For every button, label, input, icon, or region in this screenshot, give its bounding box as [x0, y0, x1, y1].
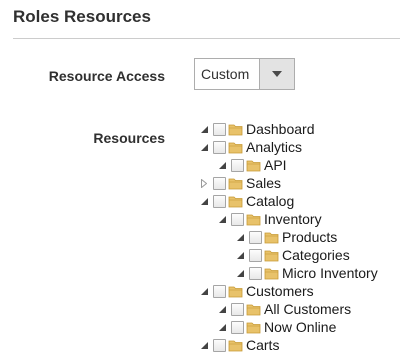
folder-icon — [264, 232, 279, 243]
tree-node-categories: Categories — [233, 246, 350, 264]
folder-icon — [228, 124, 243, 135]
folder-icon — [228, 286, 243, 297]
tree-node-all-customers: All Customers — [215, 300, 351, 318]
expanded-arrow-icon[interactable] — [197, 336, 211, 354]
checkbox[interactable] — [231, 212, 244, 226]
tree-label[interactable]: Inventory — [264, 210, 322, 228]
tree-node-products: Products — [233, 228, 337, 246]
collapsed-arrow-icon[interactable] — [197, 174, 211, 192]
tree-label[interactable]: Dashboard — [246, 120, 315, 138]
folder-icon — [246, 304, 261, 315]
folder-icon — [264, 250, 279, 261]
tree-label[interactable]: Micro Inventory — [282, 264, 378, 282]
tree-label[interactable]: Customers — [246, 282, 314, 300]
tree-label[interactable]: Analytics — [246, 138, 302, 156]
expanded-arrow-icon[interactable] — [233, 246, 247, 264]
checkbox[interactable] — [231, 320, 244, 334]
title-divider — [13, 38, 400, 39]
folder-icon — [228, 178, 243, 189]
tree-label[interactable]: Now Online — [264, 318, 336, 336]
dropdown-button[interactable] — [259, 59, 294, 89]
tree-node-api: API — [215, 156, 287, 174]
expanded-arrow-icon[interactable] — [197, 282, 211, 300]
checkbox[interactable] — [213, 284, 226, 298]
tree-node-carts: Carts — [197, 336, 279, 354]
tree-node-sales: Sales — [197, 174, 281, 192]
expanded-arrow-icon[interactable] — [197, 120, 211, 138]
expanded-arrow-icon[interactable] — [215, 210, 229, 228]
caret-down-icon — [272, 71, 282, 77]
resources-label: Resources — [93, 130, 165, 146]
expanded-arrow-icon[interactable] — [233, 228, 247, 246]
checkbox[interactable] — [249, 266, 262, 280]
tree-node-catalog: Catalog — [197, 192, 294, 210]
folder-icon — [228, 196, 243, 207]
tree-node-micro-inventory: Micro Inventory — [233, 264, 378, 282]
tree-label[interactable]: Carts — [246, 336, 279, 354]
expanded-arrow-icon[interactable] — [215, 300, 229, 318]
checkbox[interactable] — [231, 302, 244, 316]
checkbox[interactable] — [231, 158, 244, 172]
tree-node-now-online: Now Online — [215, 318, 336, 336]
tree-node-customers: Customers — [197, 282, 314, 300]
checkbox[interactable] — [249, 230, 262, 244]
resource-access-value: Custom — [201, 66, 250, 82]
tree-label[interactable]: Sales — [246, 174, 281, 192]
folder-icon — [246, 160, 261, 171]
folder-icon — [246, 322, 261, 333]
section-title: Roles Resources — [13, 7, 151, 26]
resource-access-select[interactable]: Custom — [194, 58, 295, 90]
tree-label[interactable]: Categories — [282, 246, 350, 264]
expanded-arrow-icon[interactable] — [197, 192, 211, 210]
checkbox[interactable] — [213, 194, 226, 208]
checkbox[interactable] — [213, 140, 226, 154]
tree-node-inventory: Inventory — [215, 210, 322, 228]
tree-label[interactable]: Products — [282, 228, 337, 246]
folder-icon — [228, 340, 243, 351]
folder-icon — [264, 268, 279, 279]
folder-icon — [228, 142, 243, 153]
checkbox[interactable] — [213, 338, 226, 352]
checkbox[interactable] — [213, 176, 226, 190]
tree-label[interactable]: All Customers — [264, 300, 351, 318]
expanded-arrow-icon[interactable] — [197, 138, 211, 156]
checkbox[interactable] — [249, 248, 262, 262]
tree-node-dashboard: Dashboard — [197, 120, 315, 138]
checkbox[interactable] — [213, 122, 226, 136]
tree-node-analytics: Analytics — [197, 138, 302, 156]
expanded-arrow-icon[interactable] — [233, 264, 247, 282]
resource-access-label: Resource Access — [48, 68, 165, 84]
expanded-arrow-icon[interactable] — [215, 156, 229, 174]
folder-icon — [246, 214, 261, 225]
expanded-arrow-icon[interactable] — [215, 318, 229, 336]
tree-label[interactable]: API — [264, 156, 287, 174]
tree-label[interactable]: Catalog — [246, 192, 294, 210]
